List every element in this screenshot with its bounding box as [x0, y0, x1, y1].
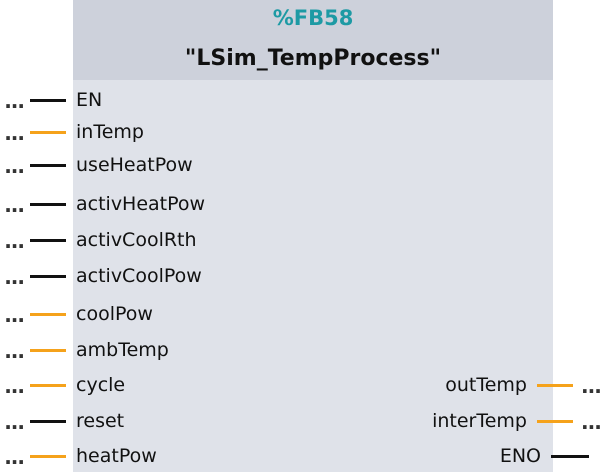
input-connection-placeholder[interactable]: ... — [0, 91, 30, 111]
input-label: activCoolRth — [76, 229, 197, 251]
output-pin-outtemp[interactable]: outTemp ... — [445, 370, 603, 400]
function-block-header[interactable]: %FB58 "LSim_TempProcess" — [73, 0, 553, 80]
output-pin-intertemp[interactable]: interTemp ... — [432, 406, 603, 436]
bool-wire — [30, 98, 66, 102]
output-connection-placeholder[interactable]: ... — [573, 376, 603, 396]
input-label: ambTemp — [76, 339, 169, 361]
input-label: inTemp — [76, 121, 144, 143]
input-label: cycle — [76, 374, 126, 396]
input-pin-en[interactable]: ... EN — [0, 85, 102, 115]
real-wire — [537, 419, 573, 423]
bool-wire — [551, 454, 589, 458]
output-label: interTemp — [432, 410, 527, 432]
input-label: reset — [76, 410, 125, 432]
input-pin-intemp[interactable]: ... inTemp — [0, 117, 144, 147]
input-connection-placeholder[interactable]: ... — [0, 341, 30, 361]
real-wire — [30, 383, 66, 387]
input-connection-placeholder[interactable]: ... — [0, 156, 30, 176]
input-connection-placeholder[interactable]: ... — [0, 267, 30, 287]
real-wire — [30, 348, 66, 352]
input-connection-placeholder[interactable]: ... — [0, 123, 30, 143]
input-pin-activheatpow[interactable]: ... activHeatPow — [0, 189, 205, 219]
bool-wire — [30, 238, 66, 242]
real-wire — [30, 454, 66, 458]
input-pin-useheatpow[interactable]: ... useHeatPow — [0, 150, 193, 180]
input-label: coolPow — [76, 303, 153, 325]
input-pin-activcoolrth[interactable]: ... activCoolRth — [0, 225, 197, 255]
input-pin-reset[interactable]: ... reset — [0, 406, 124, 436]
block-name[interactable]: "LSim_TempProcess" — [73, 46, 553, 71]
output-label: ENO — [499, 445, 541, 467]
input-pin-cycle[interactable]: ... cycle — [0, 370, 125, 400]
input-label: activCoolPow — [76, 265, 202, 287]
input-pin-coolpow[interactable]: ... coolPow — [0, 299, 153, 329]
input-connection-placeholder[interactable]: ... — [0, 305, 30, 325]
bool-wire — [30, 163, 66, 167]
output-pin-eno[interactable]: ENO — [500, 441, 589, 471]
input-label: EN — [76, 89, 103, 111]
input-label: activHeatPow — [76, 193, 206, 215]
real-wire — [537, 383, 573, 387]
bool-wire — [30, 274, 66, 278]
input-label: useHeatPow — [76, 154, 193, 176]
input-pin-ambtemp[interactable]: ... ambTemp — [0, 335, 169, 365]
input-label: heatPow — [76, 445, 157, 467]
input-connection-placeholder[interactable]: ... — [0, 195, 30, 215]
output-label: outTemp — [445, 374, 527, 396]
input-connection-placeholder[interactable]: ... — [0, 231, 30, 251]
output-connection-placeholder[interactable]: ... — [573, 412, 603, 432]
input-connection-placeholder[interactable]: ... — [0, 447, 30, 467]
input-pin-heatpow[interactable]: ... heatPow — [0, 441, 157, 471]
bool-wire — [30, 202, 66, 206]
real-wire — [30, 130, 66, 134]
input-connection-placeholder[interactable]: ... — [0, 412, 30, 432]
input-pin-activcoolpow[interactable]: ... activCoolPow — [0, 261, 202, 291]
input-connection-placeholder[interactable]: ... — [0, 376, 30, 396]
bool-wire — [30, 419, 66, 423]
real-wire — [30, 312, 66, 316]
block-instance-id[interactable]: %FB58 — [73, 6, 553, 30]
